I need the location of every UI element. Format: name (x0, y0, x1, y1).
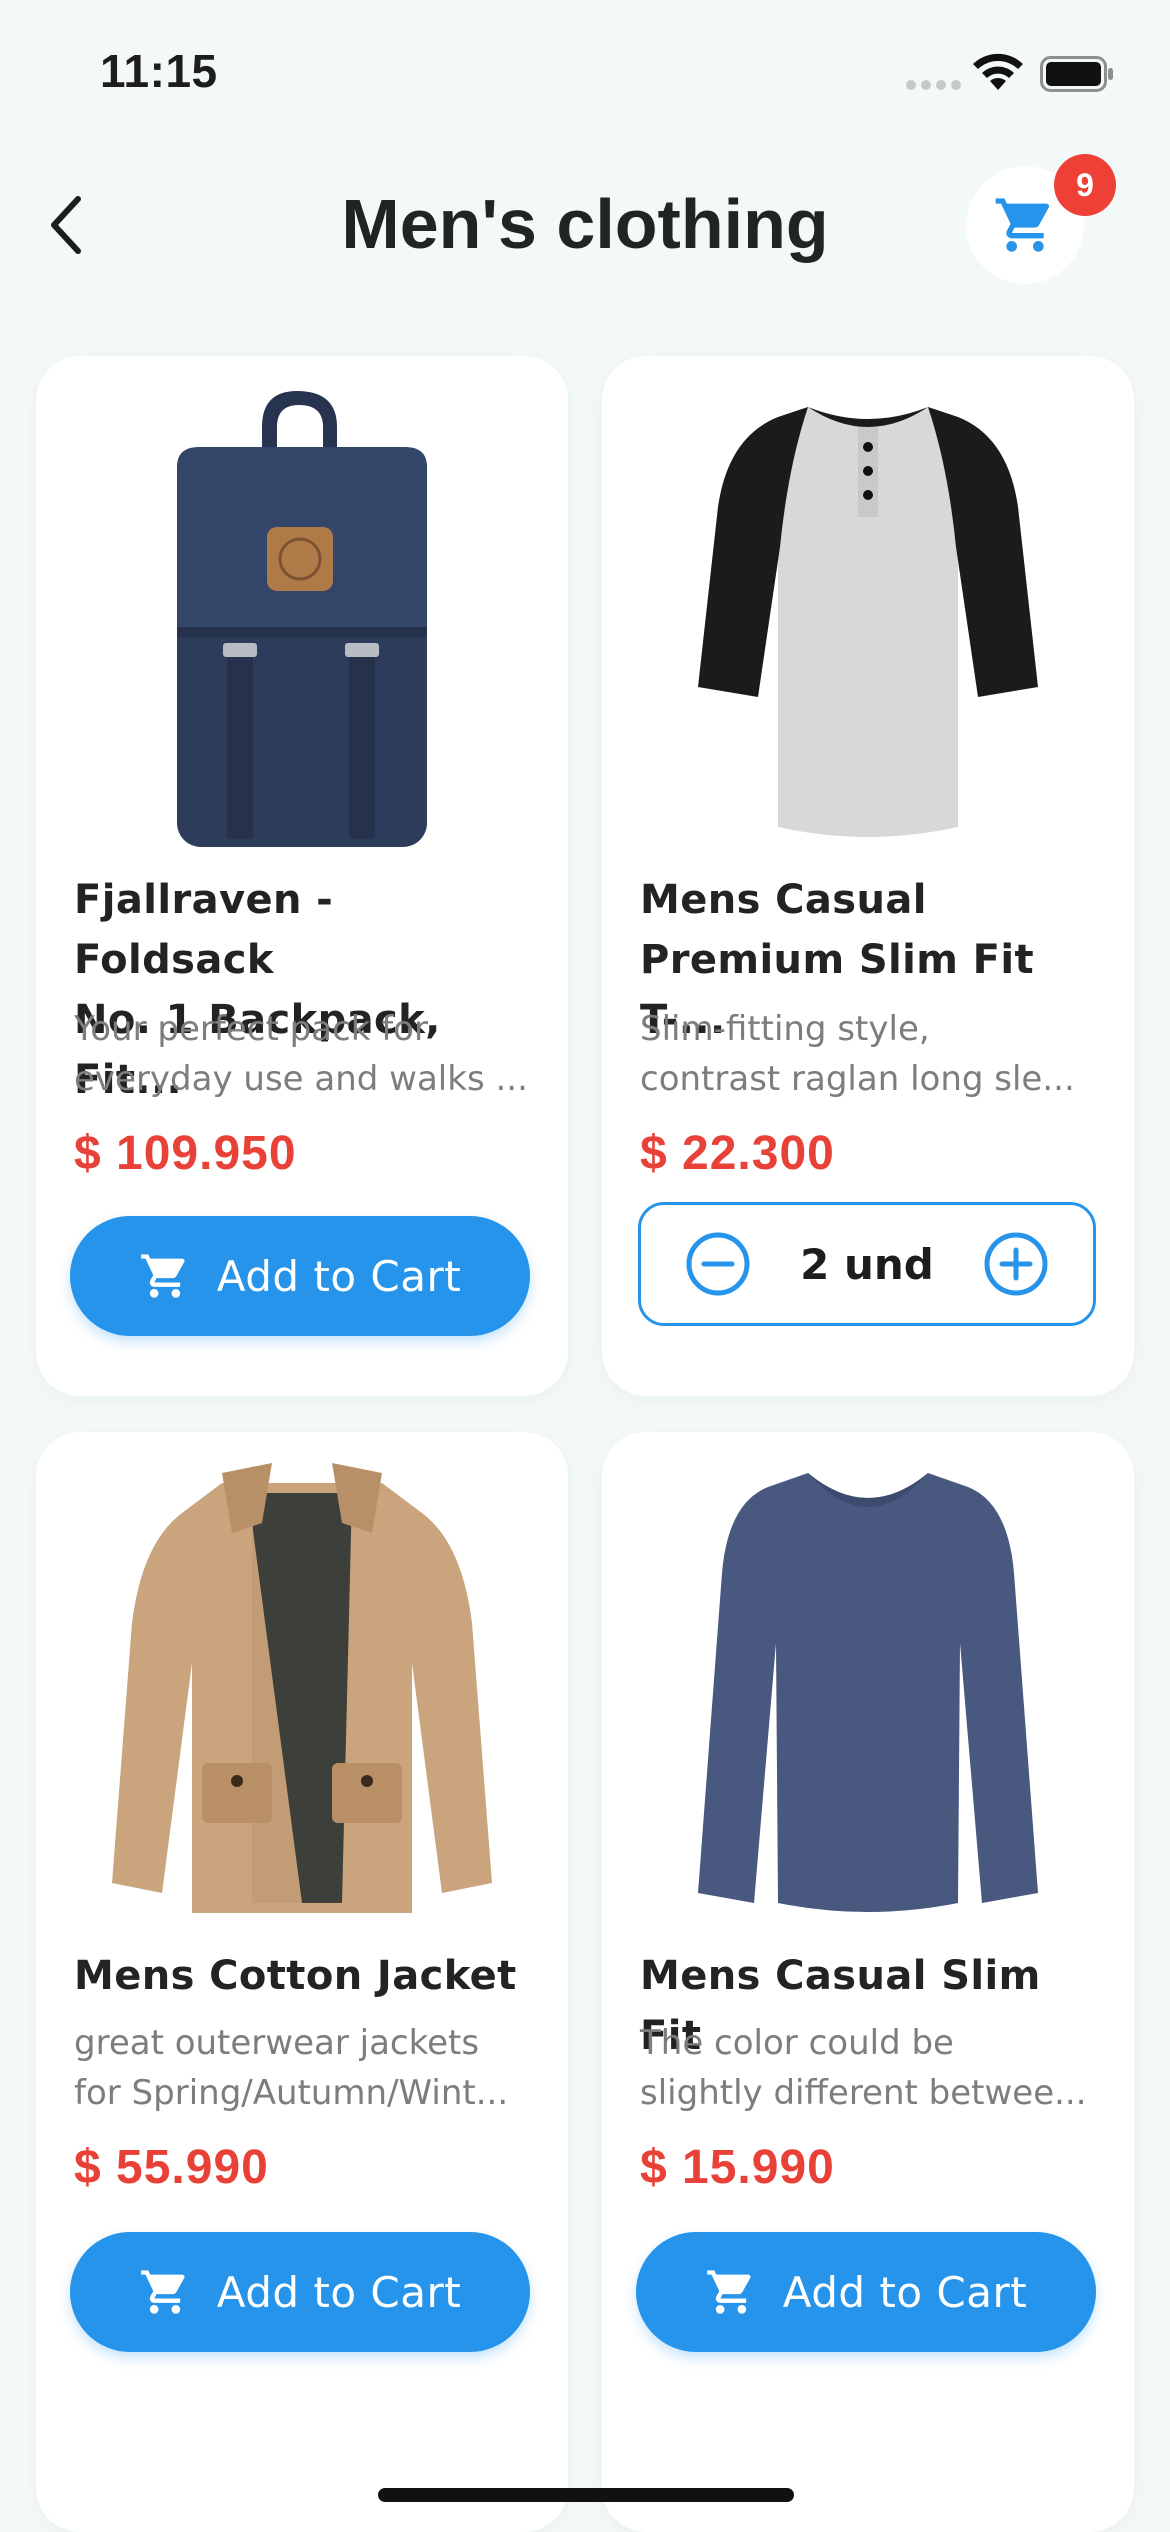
product-description: The color could be slightly different be… (640, 2023, 1087, 2113)
add-to-cart-label: Add to Cart (782, 2267, 1028, 2317)
product-price: $ 22.300 (640, 1127, 835, 1180)
quantity-stepper[interactable]: 2 und (638, 1202, 1096, 1326)
wifi-icon (973, 53, 1023, 90)
status-bar: 11:15 (0, 0, 1170, 140)
product-card[interactable]: Mens Casual Premium Slim Fit T-... Slim-… (602, 356, 1134, 1396)
product-description: great outerwear jackets for Spring/Autum… (74, 2023, 509, 2113)
product-card[interactable]: Mens Cotton Jacket great outerwear jacke… (36, 1432, 568, 2532)
product-image-raglan-tshirt (642, 386, 1094, 848)
add-to-cart-button[interactable]: Add to Cart (70, 2232, 530, 2352)
product-description: Slim-fitting style, contrast raglan long… (640, 1009, 1075, 1099)
product-price: $ 15.990 (640, 2141, 835, 2194)
product-image-slim-fit-shirt (642, 1462, 1094, 1924)
minus-circle-icon[interactable] (685, 1231, 751, 1297)
product-image-backpack (76, 386, 528, 848)
add-to-cart-button[interactable]: Add to Cart (70, 1216, 530, 1336)
cart-count-badge: 9 (1054, 154, 1116, 216)
quantity-value: 2 und (800, 1239, 934, 1289)
add-to-cart-label: Add to Cart (216, 1251, 462, 1301)
home-indicator[interactable] (378, 2488, 794, 2502)
battery-icon (1040, 56, 1113, 92)
product-price: $ 109.950 (74, 1127, 297, 1180)
product-card[interactable]: Fjallraven - Foldsack No. 1 Backpack, Fi… (36, 356, 568, 1396)
add-to-cart-label: Add to Cart (216, 2267, 462, 2317)
product-image-cotton-jacket (76, 1462, 528, 1924)
status-time: 11:15 (100, 45, 218, 97)
cart-icon (140, 1254, 185, 1298)
plus-circle-icon[interactable] (983, 1231, 1049, 1297)
add-to-cart-button[interactable]: Add to Cart (636, 2232, 1096, 2352)
cellular-signal-icon (906, 80, 961, 90)
cart-icon (995, 198, 1050, 252)
cart-icon (140, 2270, 185, 2314)
product-description: Your perfect pack for everyday use and w… (74, 1009, 528, 1099)
product-card[interactable]: Mens Casual Slim Fit The color could be … (602, 1432, 1134, 2532)
product-title: Mens Cotton Jacket (74, 1953, 517, 1999)
product-price: $ 55.990 (74, 2141, 269, 2194)
cart-icon (706, 2270, 751, 2314)
